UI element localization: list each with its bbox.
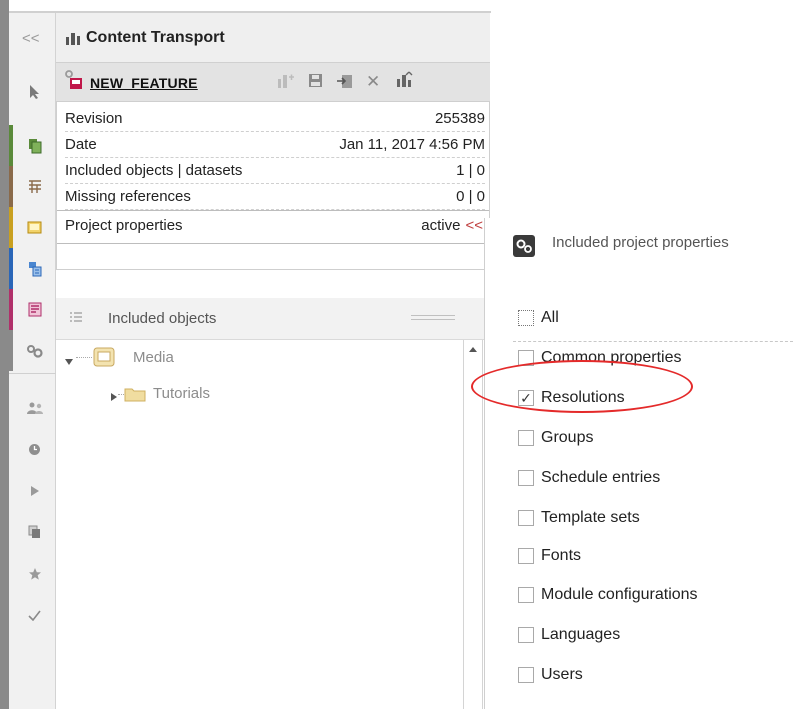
- templates-icon[interactable]: [9, 289, 56, 330]
- detail-row-project-properties[interactable]: Project properties active <<: [57, 210, 489, 244]
- checkbox-box[interactable]: [518, 310, 534, 326]
- export-icon[interactable]: [396, 71, 414, 92]
- detail-value: 0 | 0: [456, 188, 485, 205]
- detail-value: active: [421, 217, 461, 234]
- content-transport-icon: [66, 32, 80, 49]
- play-icon[interactable]: [9, 470, 56, 511]
- media-icon[interactable]: [9, 207, 56, 248]
- checkbox-box[interactable]: [518, 587, 534, 603]
- checkbox-resolutions[interactable]: ✓ Resolutions: [518, 387, 625, 409]
- checkbox-box[interactable]: [518, 350, 534, 366]
- checkbox-label: Fonts: [541, 547, 582, 564]
- copy-icon[interactable]: [9, 511, 56, 552]
- checkbox-users[interactable]: Users: [518, 664, 583, 686]
- checkbox-label: All: [541, 309, 559, 326]
- tree-connector: [76, 357, 92, 358]
- icon-toolbar: <<: [9, 13, 56, 709]
- folder-icon: [124, 386, 146, 406]
- checkbox-label: Schedule entries: [541, 469, 661, 486]
- included-objects-title: Included objects: [108, 310, 217, 327]
- checkbox-label: Resolutions: [541, 389, 625, 406]
- checkbox-label: Users: [541, 666, 583, 683]
- checkbox-common-properties[interactable]: Common properties: [518, 347, 682, 369]
- drag-handle[interactable]: [411, 315, 455, 320]
- detail-label: Project properties: [65, 217, 183, 234]
- feature-details: Revision 255389 Date Jan 11, 2017 4:56 P…: [56, 102, 490, 270]
- checkbox-label: Common properties: [541, 349, 682, 366]
- detail-value: 1 | 0: [456, 162, 485, 179]
- included-objects-header: Included objects: [56, 298, 490, 340]
- detail-row-date: Date Jan 11, 2017 4:56 PM: [65, 132, 485, 158]
- site-structure-icon[interactable]: [9, 166, 56, 207]
- collapse-button[interactable]: <<: [22, 30, 40, 47]
- check-icon[interactable]: [9, 595, 56, 636]
- save-icon[interactable]: [308, 73, 323, 92]
- import-icon[interactable]: [336, 73, 353, 93]
- checkbox-box[interactable]: [518, 627, 534, 643]
- pages-icon[interactable]: [9, 125, 56, 166]
- checkbox-label: Languages: [541, 626, 621, 643]
- detail-value: Jan 11, 2017 4:56 PM: [339, 136, 485, 153]
- tree-node-media[interactable]: Media: [133, 349, 174, 366]
- tree-expand-toggle[interactable]: [64, 353, 74, 370]
- pointer-icon[interactable]: [9, 71, 56, 112]
- checkbox-box[interactable]: [518, 430, 534, 446]
- detail-label: Included objects | datasets: [65, 162, 243, 179]
- checkbox-schedule-entries[interactable]: Schedule entries: [518, 467, 660, 489]
- popup-title: Included project properties: [552, 234, 729, 251]
- tree-expand-toggle[interactable]: [110, 389, 118, 406]
- transport-disabled-icon[interactable]: [277, 73, 295, 93]
- close-icon[interactable]: ✕: [366, 72, 380, 92]
- popup-header: Included project properties: [485, 218, 793, 274]
- checkbox-box[interactable]: [518, 667, 534, 683]
- checkbox-all[interactable]: All: [518, 307, 559, 329]
- checkbox-label: Template sets: [541, 509, 640, 526]
- checkbox-languages[interactable]: Languages: [518, 624, 620, 646]
- project-properties-popup: Included project properties All Common p…: [484, 218, 793, 709]
- panel-header: Content Transport: [56, 13, 490, 63]
- panel-title: Content Transport: [86, 29, 225, 46]
- users-icon[interactable]: [9, 387, 56, 428]
- checkbox-box[interactable]: [518, 470, 534, 486]
- checkbox-module-configurations[interactable]: Module configurations: [518, 584, 698, 606]
- list-icon: [69, 310, 83, 327]
- checkbox-groups[interactable]: Groups: [518, 427, 593, 449]
- vertical-scrollbar[interactable]: [463, 340, 483, 709]
- project-properties-status: active <<: [421, 217, 483, 234]
- detail-label: Missing references: [65, 188, 191, 205]
- media-folder-icon: [93, 347, 115, 371]
- checkbox-label: Module configurations: [541, 586, 698, 603]
- checkbox-fonts[interactable]: Fonts: [518, 545, 581, 567]
- expand-chevron-icon[interactable]: <<: [465, 217, 483, 234]
- left-edge-strip: [0, 0, 9, 709]
- tree-node-tutorials[interactable]: Tutorials: [153, 385, 210, 402]
- detail-row-missing-references: Missing references 0 | 0: [65, 184, 485, 210]
- checkbox-box[interactable]: [518, 548, 534, 564]
- settings-gears-icon: [513, 235, 535, 261]
- checkbox-box[interactable]: [518, 510, 534, 526]
- checkbox-template-sets[interactable]: Template sets: [518, 507, 640, 529]
- popup-divider: [513, 341, 793, 342]
- included-objects-tree: Media Tutorials: [56, 340, 490, 709]
- clock-icon[interactable]: [9, 429, 56, 470]
- star-icon[interactable]: [9, 553, 56, 594]
- detail-label: Date: [65, 136, 97, 153]
- detail-value: 255389: [434, 110, 485, 127]
- checkbox-label: Groups: [541, 429, 594, 446]
- detail-row-revision: Revision 255389: [65, 106, 485, 132]
- check-mark-icon: ✓: [520, 390, 532, 406]
- feature-name-link[interactable]: NEW_FEATURE: [90, 75, 198, 91]
- detail-label: Revision: [65, 110, 123, 127]
- datasources-icon[interactable]: [9, 248, 56, 289]
- feature-icon: [63, 69, 85, 95]
- global-settings-icon[interactable]: [9, 330, 56, 371]
- detail-row-included-objects: Included objects | datasets 1 | 0: [65, 158, 485, 184]
- scroll-up-arrow-icon[interactable]: [464, 340, 482, 358]
- feature-toolbar: NEW_FEATURE ✕: [56, 63, 490, 102]
- toolbar-separator: [9, 373, 56, 374]
- checkbox-box-checked[interactable]: ✓: [518, 390, 534, 406]
